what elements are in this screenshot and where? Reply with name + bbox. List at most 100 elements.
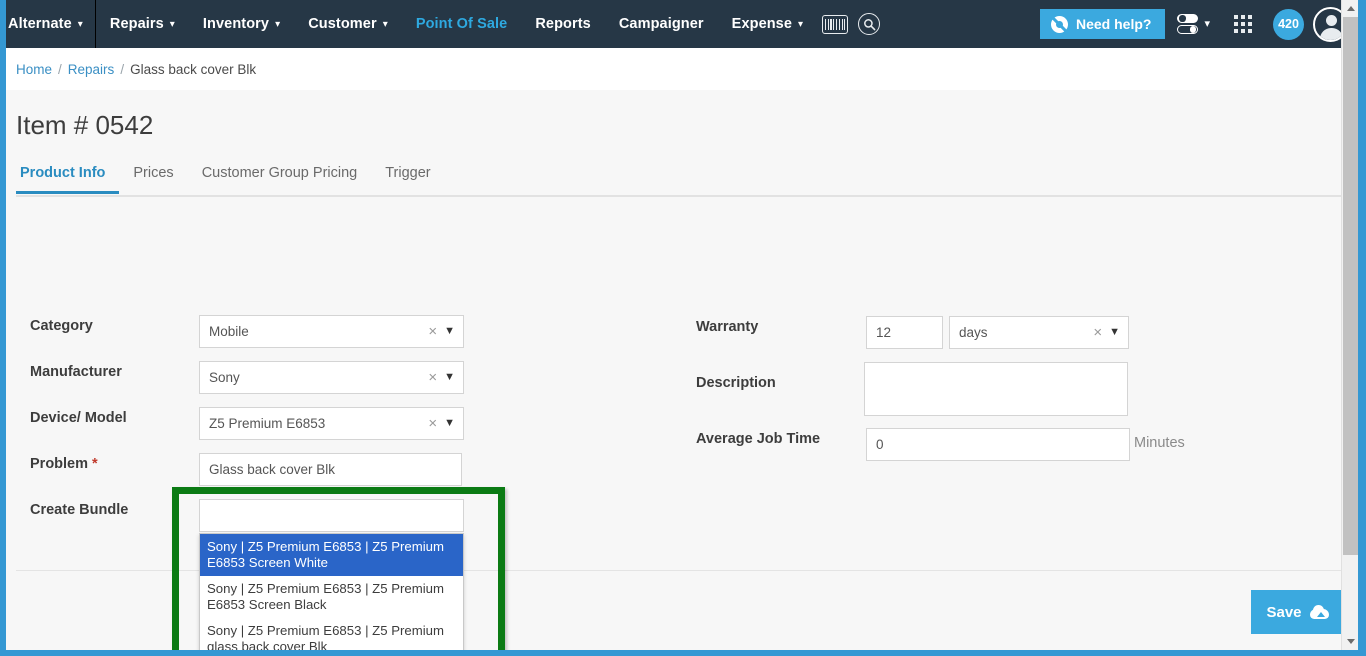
manufacturer-select[interactable]: Sony × ▼ xyxy=(199,361,464,394)
clear-icon[interactable]: × xyxy=(424,370,444,385)
description-textarea[interactable] xyxy=(864,362,1128,416)
breadcrumb-item-repairs[interactable]: Repairs xyxy=(68,62,115,77)
tab-bar: Product Info Prices Customer Group Prici… xyxy=(16,165,1348,197)
barcode-scan-button[interactable] xyxy=(817,0,853,48)
problem-label-text: Problem xyxy=(30,456,89,472)
save-button-label: Save xyxy=(1266,603,1302,621)
tab-customer-group-pricing[interactable]: Customer Group Pricing xyxy=(188,165,372,191)
nav-menu-inventory-label: Inventory xyxy=(202,16,270,32)
toggle-switch-icon xyxy=(1177,14,1199,34)
clear-icon[interactable]: × xyxy=(1089,325,1109,340)
scroll-down-arrow[interactable] xyxy=(1342,633,1358,650)
problem-label: Problem * xyxy=(30,456,98,472)
problem-value: Glass back cover Blk xyxy=(209,462,336,477)
clear-icon[interactable]: × xyxy=(424,416,444,431)
page-viewport: Alternate ▾ Repairs ▾ Inventory ▾ Custom… xyxy=(6,0,1358,650)
tab-prices[interactable]: Prices xyxy=(119,165,187,191)
chevron-down-icon: ▾ xyxy=(1204,17,1210,30)
dropdown-option[interactable]: Sony | Z5 Premium E6853 | Z5 Premium E68… xyxy=(200,534,463,576)
page-content: Item # 0542 Product Info Prices Customer… xyxy=(6,90,1358,650)
manufacturer-value: Sony xyxy=(209,370,240,385)
required-asterisk: * xyxy=(92,456,98,472)
chevron-down-icon[interactable]: ▼ xyxy=(1109,327,1120,338)
vertical-scrollbar[interactable] xyxy=(1341,0,1358,650)
warranty-unit-value: days xyxy=(959,325,988,340)
average-job-time-label: Average Job Time xyxy=(696,431,821,447)
nav-menu-expense[interactable]: Expense ▾ xyxy=(718,0,817,48)
chevron-down-icon: ▾ xyxy=(169,19,175,30)
navbar-right-cluster: Need help? ▾ 420 xyxy=(1040,0,1358,48)
tab-trigger-label: Trigger xyxy=(385,165,431,181)
create-bundle-input[interactable] xyxy=(199,499,464,532)
nav-menu-campaigner[interactable]: Campaigner xyxy=(605,0,718,48)
category-select[interactable]: Mobile × ▼ xyxy=(199,315,464,348)
page-title: Item # 0542 xyxy=(16,110,154,140)
warranty-amount-value: 12 xyxy=(876,325,892,340)
chevron-down-icon: ▾ xyxy=(798,19,804,30)
nav-menu-campaigner-label: Campaigner xyxy=(618,16,704,32)
warranty-amount-input[interactable]: 12 xyxy=(866,316,943,349)
nav-menu-inventory[interactable]: Inventory ▾ xyxy=(189,0,294,48)
scroll-up-arrow[interactable] xyxy=(1342,0,1358,17)
chevron-down-icon[interactable]: ▼ xyxy=(444,418,455,429)
breadcrumb-separator: / xyxy=(58,61,62,77)
dropdown-option[interactable]: Sony | Z5 Premium E6853 | Z5 Premium E68… xyxy=(200,576,463,618)
chevron-down-icon[interactable]: ▼ xyxy=(444,372,455,383)
lifebuoy-icon xyxy=(1051,15,1068,33)
top-navigation-bar: Alternate ▾ Repairs ▾ Inventory ▾ Custom… xyxy=(6,0,1358,48)
tab-trigger[interactable]: Trigger xyxy=(371,165,444,191)
nav-menu-point-of-sale-label: Point Of Sale xyxy=(415,16,508,32)
manufacturer-label: Manufacturer xyxy=(30,364,122,380)
nav-menu-repairs-label: Repairs xyxy=(109,16,164,32)
warranty-label: Warranty xyxy=(696,319,759,335)
nav-menu-reports[interactable]: Reports xyxy=(521,0,605,48)
barcode-icon xyxy=(822,14,849,34)
tab-prices-label: Prices xyxy=(133,165,174,181)
nav-menu-alternate-label: Alternate xyxy=(8,16,72,32)
breadcrumb-separator: / xyxy=(120,61,125,77)
nav-menu-expense-label: Expense xyxy=(731,16,793,32)
nav-menu-alternate[interactable]: Alternate ▾ xyxy=(6,0,96,48)
create-bundle-label: Create Bundle xyxy=(30,502,129,518)
need-help-label: Need help? xyxy=(1076,16,1152,32)
browser-frame: Alternate ▾ Repairs ▾ Inventory ▾ Custom… xyxy=(0,0,1366,656)
search-button[interactable] xyxy=(853,0,885,48)
average-job-time-input[interactable]: 0 xyxy=(866,428,1130,461)
nav-menu-customer-label: Customer xyxy=(308,16,377,32)
device-model-value: Z5 Premium E6853 xyxy=(209,416,326,431)
breadcrumb-item-current: Glass back cover Blk xyxy=(130,61,257,77)
cloud-upload-icon xyxy=(1309,605,1329,619)
nav-menu-customer[interactable]: Customer ▾ xyxy=(294,0,402,48)
chevron-down-icon: ▾ xyxy=(77,19,83,30)
save-button[interactable]: Save xyxy=(1251,590,1344,634)
tab-customer-group-pricing-label: Customer Group Pricing xyxy=(201,165,358,181)
nav-menu-reports-label: Reports xyxy=(535,16,591,32)
warranty-unit-select[interactable]: days × ▼ xyxy=(949,316,1129,349)
nav-menu-point-of-sale[interactable]: Point Of Sale xyxy=(402,0,522,48)
create-bundle-dropdown-list[interactable]: Sony | Z5 Premium E6853 | Z5 Premium E68… xyxy=(199,533,464,650)
description-label: Description xyxy=(696,375,776,391)
toggle-switch-menu[interactable]: ▾ xyxy=(1165,14,1222,34)
notification-count-badge[interactable]: 420 xyxy=(1273,8,1304,40)
device-model-label: Device/ Model xyxy=(30,410,127,426)
category-label: Category xyxy=(30,318,93,334)
chevron-down-icon: ▾ xyxy=(275,19,281,30)
apps-grid-icon[interactable] xyxy=(1222,15,1264,33)
chevron-down-icon: ▾ xyxy=(382,19,388,30)
clear-icon[interactable]: × xyxy=(424,324,444,339)
average-job-time-value: 0 xyxy=(876,437,884,452)
problem-input[interactable]: Glass back cover Blk xyxy=(199,453,462,486)
scrollbar-thumb[interactable] xyxy=(1343,17,1358,555)
search-icon xyxy=(858,13,881,35)
chevron-down-icon[interactable]: ▼ xyxy=(444,326,455,337)
minutes-suffix-label: Minutes xyxy=(1134,435,1185,451)
device-model-select[interactable]: Z5 Premium E6853 × ▼ xyxy=(199,407,464,440)
tab-product-info[interactable]: Product Info xyxy=(16,165,120,194)
category-value: Mobile xyxy=(209,324,249,339)
tab-product-info-label: Product Info xyxy=(20,165,106,181)
dropdown-option[interactable]: Sony | Z5 Premium E6853 | Z5 Premium gla… xyxy=(200,618,463,650)
nav-menu-repairs[interactable]: Repairs ▾ xyxy=(96,0,189,48)
breadcrumb: Home / Repairs / Glass back cover Blk xyxy=(6,48,1358,90)
breadcrumb-item-home[interactable]: Home xyxy=(16,62,52,77)
need-help-button[interactable]: Need help? xyxy=(1040,9,1166,39)
